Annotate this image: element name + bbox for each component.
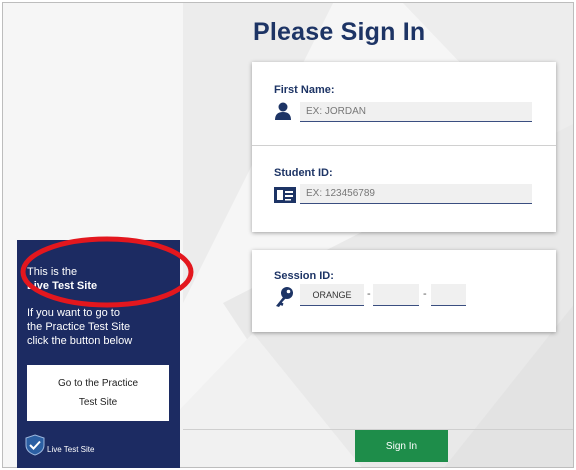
session-card: Session ID: - -	[252, 250, 556, 332]
card-divider	[252, 145, 556, 146]
info-text-site-name: Live Test Site	[27, 280, 98, 292]
student-id-label: Student ID:	[274, 167, 333, 179]
info-text-intro: This is the	[27, 266, 78, 278]
page-title: Please Sign In	[253, 18, 426, 46]
live-site-info-panel: This is the Live Test Site If you want t…	[17, 240, 180, 468]
info-text-line3: If you want to go to	[27, 307, 120, 319]
first-name-input[interactable]	[300, 102, 532, 122]
session-id-part2[interactable]	[373, 284, 419, 306]
shield-check-icon	[25, 434, 45, 456]
sign-in-button[interactable]: Sign In	[355, 430, 448, 462]
session-id-label: Session ID:	[274, 270, 334, 282]
practice-button-label-line2: Test Site	[78, 397, 118, 408]
live-site-footer-label: Live Test Site	[47, 445, 95, 454]
session-id-part3[interactable]	[431, 284, 466, 306]
student-id-input[interactable]	[300, 184, 532, 204]
session-separator: -	[367, 288, 371, 300]
session-id-prefix[interactable]	[300, 284, 364, 306]
key-icon	[276, 287, 293, 307]
id-card-icon	[274, 187, 296, 203]
practice-button-label-line1: Go to the Practice	[57, 378, 139, 389]
person-icon	[275, 102, 291, 120]
info-text-line5: click the button below	[27, 335, 133, 347]
identity-card: First Name: Student ID:	[252, 62, 556, 232]
practice-site-button[interactable]: Go to the Practice Test Site	[27, 365, 169, 421]
info-text-line4: the Practice Test Site	[27, 321, 131, 333]
first-name-label: First Name:	[274, 84, 335, 96]
session-separator: -	[423, 288, 427, 300]
